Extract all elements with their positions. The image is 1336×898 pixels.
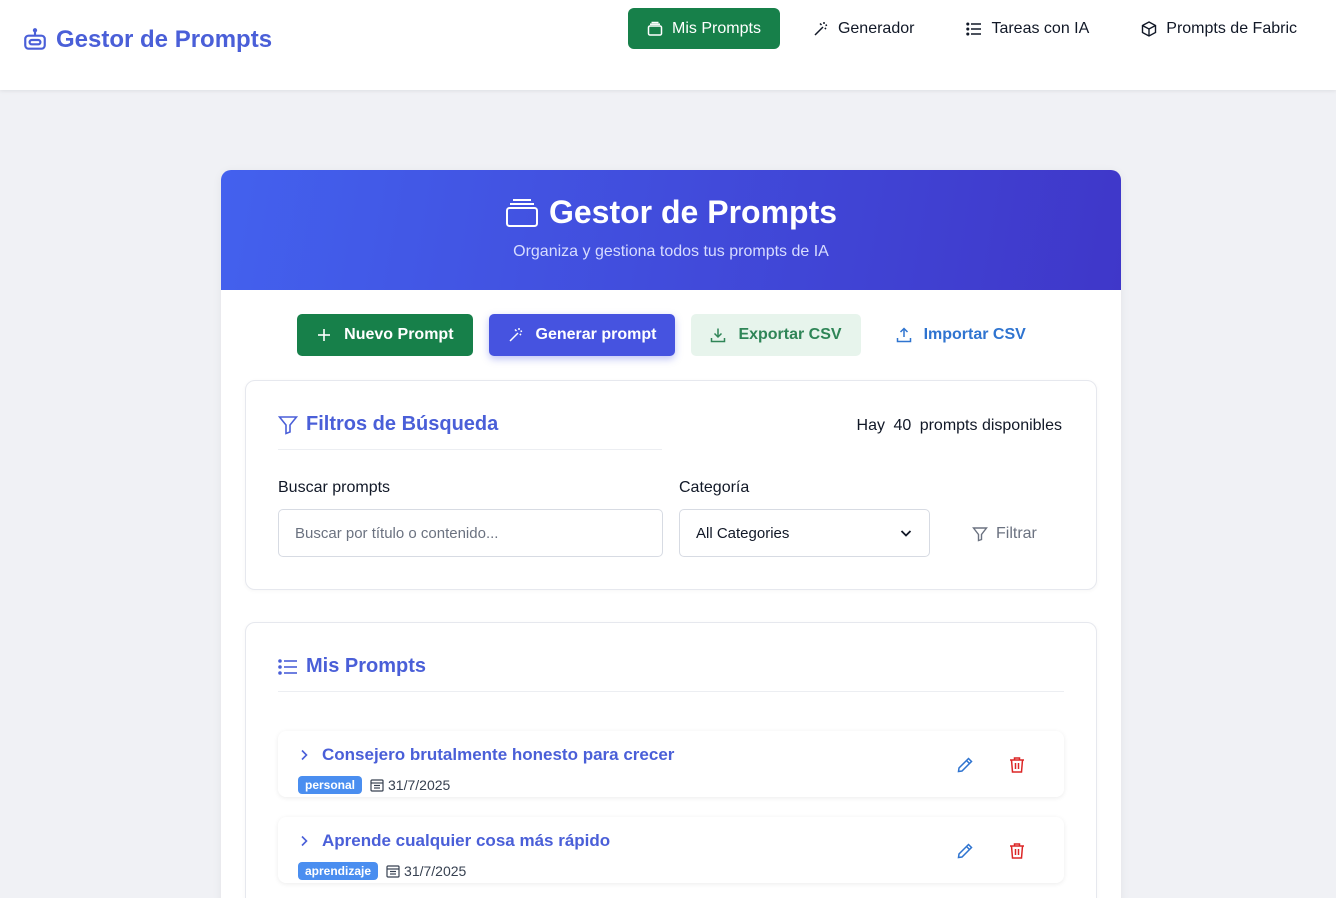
nav-label: Prompts de Fabric <box>1166 19 1297 37</box>
upload-icon <box>896 327 911 343</box>
chevron-right-icon <box>301 749 308 761</box>
prompt-date: 31/7/2025 <box>370 777 450 793</box>
list-icon <box>278 658 297 675</box>
date-text: 31/7/2025 <box>404 863 467 879</box>
main-nav: Mis Prompts Generador Tareas con IA Prom… <box>614 8 1316 49</box>
export-csv-button[interactable]: Exportar CSV <box>691 314 861 356</box>
nav-item-fabric[interactable]: Prompts de Fabric <box>1122 8 1316 49</box>
category-label: Categoría <box>679 479 750 496</box>
count-suffix: prompts disponibles <box>919 417 1062 434</box>
funnel-icon <box>278 415 298 435</box>
date-text: 31/7/2025 <box>388 777 451 793</box>
count-prefix: Hay <box>856 417 885 434</box>
import-csv-button[interactable]: Importar CSV <box>877 314 1045 356</box>
prompt-meta: aprendizaje 31/7/2025 <box>298 862 466 880</box>
brand-logo-link[interactable]: Gestor de Prompts <box>22 26 272 54</box>
calendar-icon <box>386 865 400 878</box>
brand-title: Gestor de Prompts <box>56 26 273 53</box>
chevron-down-icon <box>900 530 912 537</box>
hero-title-text: Gestor de Prompts <box>548 194 838 230</box>
action-bar: Nuevo Prompt Generar prompt Exportar CSV <box>221 314 1121 356</box>
stack-icon <box>647 21 663 36</box>
download-icon <box>711 328 726 343</box>
top-navbar: Gestor de Prompts Mis Prompts Generador <box>0 0 1336 90</box>
hero-subtitle: Organiza y gestiona todos tus prompts de… <box>513 242 829 260</box>
prompt-count: Hay 40 prompts disponibles <box>855 417 1064 435</box>
magic-wand-icon <box>508 328 522 342</box>
prompt-title-text: Aprende cualquier cosa más rápido <box>322 831 611 850</box>
nav-item-tareas-ia[interactable]: Tareas con IA <box>947 8 1108 49</box>
nav-label: Tareas con IA <box>991 19 1090 37</box>
filters-panel: Filtros de Búsqueda Hay 40 prompts dispo… <box>245 380 1097 590</box>
nav-item-mis-prompts[interactable]: Mis Prompts <box>628 8 780 49</box>
category-select[interactable]: All Categories <box>679 509 930 557</box>
filters-title: Filtros de Búsqueda <box>278 413 498 436</box>
funnel-icon <box>972 527 988 542</box>
prompt-title[interactable]: Aprende cualquier cosa más rápido <box>298 831 610 851</box>
prompt-date: 31/7/2025 <box>386 863 466 879</box>
delete-trash-icon[interactable] <box>1008 842 1026 860</box>
nav-label: Mis Prompts <box>672 19 761 37</box>
category-badge: personal <box>298 776 363 794</box>
nav-item-generador[interactable]: Generador <box>794 8 934 49</box>
generate-prompt-button[interactable]: Generar prompt <box>488 314 676 356</box>
divider <box>278 691 1064 692</box>
filter-button[interactable]: Filtrar <box>972 525 1037 543</box>
plus-icon <box>318 329 331 341</box>
generate-prompt-label: Generar prompt <box>535 326 657 343</box>
hero-header: Gestor de Prompts Organiza y gestiona to… <box>221 170 1121 290</box>
magic-wand-icon <box>814 21 828 36</box>
prompt-item[interactable]: Aprende cualquier cosa más rápido aprend… <box>278 817 1064 883</box>
prompts-list-panel: Mis Prompts Consejero brutalmente honest… <box>245 622 1097 898</box>
category-badge: aprendizaje <box>298 862 379 880</box>
import-csv-label: Importar CSV <box>923 326 1026 343</box>
delete-trash-icon[interactable] <box>1008 756 1026 774</box>
count-value: 40 <box>893 417 912 434</box>
main-card: Gestor de Prompts Organiza y gestiona to… <box>221 170 1121 898</box>
chevron-right-icon <box>301 835 308 847</box>
nav-label: Generador <box>837 19 915 37</box>
edit-pencil-icon[interactable] <box>956 756 974 774</box>
export-csv-label: Exportar CSV <box>738 326 842 343</box>
search-input[interactable]: Buscar por título o contenido... <box>278 509 663 557</box>
box-icon <box>1142 20 1157 37</box>
filter-button-label: Filtrar <box>996 525 1037 542</box>
filters-title-text: Filtros de Búsqueda <box>306 413 499 435</box>
list-title-text: Mis Prompts <box>306 655 427 677</box>
list-icon <box>966 21 982 36</box>
new-prompt-button[interactable]: Nuevo Prompt <box>297 314 473 356</box>
prompt-title-text: Consejero brutalmente honesto para crece… <box>322 745 675 764</box>
category-value: All Categories <box>696 524 790 542</box>
list-title: Mis Prompts <box>278 655 426 678</box>
hero-title: Gestor de Prompts <box>505 194 837 231</box>
divider <box>278 449 662 450</box>
new-prompt-label: Nuevo Prompt <box>344 326 454 343</box>
prompt-item[interactable]: Consejero brutalmente honesto para crece… <box>278 731 1064 797</box>
robot-icon <box>24 28 46 50</box>
edit-pencil-icon[interactable] <box>956 842 974 860</box>
search-label: Buscar prompts <box>278 479 391 496</box>
prompt-meta: personal 31/7/2025 <box>298 776 450 794</box>
prompt-title[interactable]: Consejero brutalmente honesto para crece… <box>298 745 674 765</box>
stack-icon <box>505 198 538 227</box>
calendar-icon <box>370 779 384 792</box>
